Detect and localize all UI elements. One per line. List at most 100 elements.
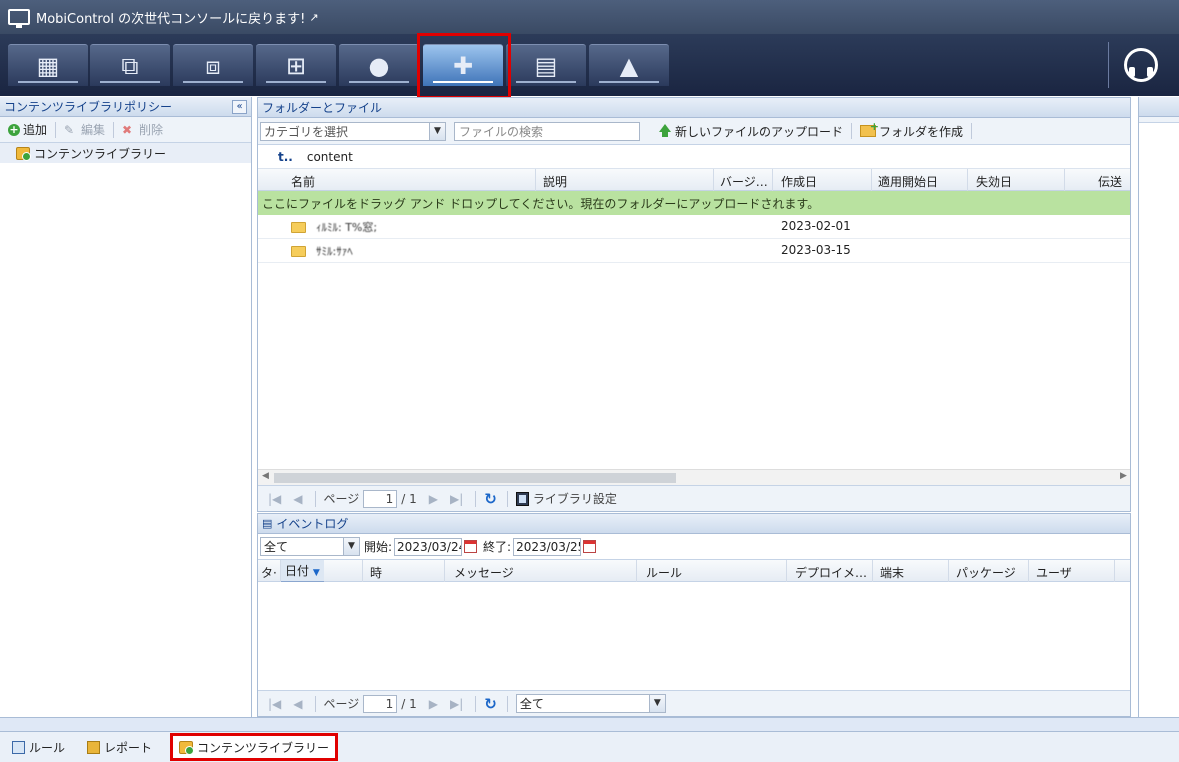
- file-grid-header: 名前 説明 バージ… 作成日 適用開始日 失効日 伝送: [258, 169, 1130, 191]
- page-total: / 1: [401, 491, 417, 506]
- drop-zone-message[interactable]: ここにファイルをドラッグ アンド ドロップしてください。現在のフォルダーにアップ…: [258, 191, 1130, 215]
- column-time[interactable]: 時: [370, 564, 382, 581]
- page-number-input[interactable]: 1: [363, 694, 398, 713]
- banner-title[interactable]: MobiControl の次世代コンソールに戻ります!: [36, 8, 305, 27]
- column-version[interactable]: バージ…: [720, 173, 768, 190]
- pencil-icon: ✎: [64, 122, 75, 137]
- prev-page-icon[interactable]: ◀: [293, 697, 302, 711]
- column-name[interactable]: 名前: [291, 173, 315, 190]
- upload-arrow-icon: [658, 124, 672, 138]
- windows-modern-icon: ⧉: [121, 51, 139, 80]
- column-package[interactable]: パッケージ: [956, 564, 1016, 581]
- tab-windows-modern[interactable]: ⧉: [90, 44, 170, 86]
- tab-windows-mobile[interactable]: ▤: [506, 44, 586, 86]
- calendar-icon[interactable]: [583, 540, 597, 553]
- calendar-icon[interactable]: [464, 540, 478, 553]
- page-label: ページ: [323, 492, 360, 506]
- top-banner[interactable]: MobiControl の次世代コンソールに戻ります! ↗: [0, 0, 1179, 34]
- category-select[interactable]: カテゴリを選択 ▼: [260, 121, 446, 141]
- last-page-icon[interactable]: ▶|: [450, 492, 463, 506]
- tab-apple[interactable]: ●: [339, 44, 419, 86]
- first-page-icon[interactable]: |◀: [268, 697, 281, 711]
- new-folder-icon: [860, 120, 879, 137]
- first-page-icon[interactable]: |◀: [268, 492, 281, 506]
- tab-all-devices[interactable]: ▦: [8, 44, 88, 86]
- monitor-icon: [8, 9, 30, 28]
- created-date: 2023-02-01: [781, 219, 851, 233]
- tab-linux[interactable]: ▲: [589, 44, 669, 86]
- folder-icon: [291, 246, 306, 257]
- folder-icon: [291, 222, 306, 233]
- column-created[interactable]: 作成日: [781, 173, 817, 190]
- upload-file-button[interactable]: 新しいファイルのアップロード: [658, 123, 843, 140]
- file-filter-bar: カテゴリを選択 ▼ ファイルの検索 新しいファイルのアップロード フォルダを作成: [258, 118, 1130, 145]
- column-transfer[interactable]: 伝送: [1098, 173, 1122, 190]
- tab-reports[interactable]: レポート: [83, 736, 156, 758]
- next-page-icon[interactable]: ▶: [429, 697, 438, 711]
- horizontal-scrollbar[interactable]: ◀ ▶: [258, 469, 1130, 485]
- tree-item-content-library[interactable]: コンテンツライブラリー: [0, 143, 251, 163]
- support-button[interactable]: [1108, 42, 1172, 88]
- event-type-select[interactable]: 全て ▼: [260, 537, 360, 556]
- plus-icon: +: [8, 122, 20, 136]
- delete-icon: ✖: [122, 122, 133, 137]
- tab-windows-classic[interactable]: ⧈: [173, 44, 253, 86]
- column-description[interactable]: 説明: [543, 173, 567, 190]
- folder-name: ｻﾐﾙ:ｻｧﾍ: [316, 245, 353, 258]
- column-message[interactable]: メッセージ: [454, 564, 514, 581]
- content-library-icon: [179, 740, 195, 755]
- event-page-filter-select[interactable]: 全て ▼: [515, 694, 666, 713]
- windows-mobile-icon: ▤: [534, 51, 558, 80]
- windows-classic-icon: ⧈: [205, 51, 221, 80]
- collapse-button[interactable]: «: [232, 100, 247, 114]
- chevron-down-icon: ▼: [648, 695, 665, 712]
- report-icon: [87, 740, 101, 754]
- refresh-icon[interactable]: ↻: [484, 490, 497, 508]
- chevron-down-icon: ▼: [429, 122, 445, 140]
- right-collapsed-panel: [1138, 97, 1179, 717]
- column-expiry[interactable]: 失効日: [976, 173, 1012, 190]
- tab-content-library[interactable]: コンテンツライブラリー: [170, 733, 339, 761]
- library-settings-button[interactable]: ライブラリ設定: [515, 490, 617, 507]
- content-library-policy-panel: コンテンツライブラリポリシー « + 追加 ✎ 編集 ✖ 削除 コンテンツライブラリー: [0, 97, 252, 717]
- column-rule[interactable]: ルール: [646, 564, 682, 581]
- column-effective-start[interactable]: 適用開始日: [878, 173, 938, 190]
- end-date-input[interactable]: 2023/03/25: [513, 537, 582, 556]
- next-page-icon[interactable]: ▶: [429, 492, 438, 506]
- add-button[interactable]: + 追加: [8, 121, 47, 138]
- scroll-thumb[interactable]: [274, 473, 676, 483]
- file-search-input[interactable]: ファイルの検索: [454, 121, 640, 141]
- start-label: 開始:: [364, 540, 393, 554]
- edit-button[interactable]: ✎ 編集: [64, 121, 105, 138]
- column-type[interactable]: タ·: [261, 564, 277, 581]
- create-folder-button[interactable]: フォルダを作成: [860, 120, 963, 140]
- prev-page-icon[interactable]: ◀: [293, 492, 302, 506]
- page-total: / 1: [401, 696, 417, 711]
- event-log-title: イベントログ: [276, 517, 349, 531]
- center-panel-title: フォルダーとファイル: [262, 101, 383, 115]
- page-number-input[interactable]: 1: [363, 489, 398, 508]
- left-panel-header: コンテンツライブラリポリシー «: [0, 97, 251, 117]
- event-pager: |◀ ◀ ページ 1 / 1 ▶ ▶| ↻ 全て ▼: [258, 690, 1130, 716]
- column-date[interactable]: 日付 ▼: [281, 560, 324, 582]
- tab-rules[interactable]: ルール: [8, 736, 69, 758]
- bottom-divider: [0, 717, 1179, 731]
- start-date-input[interactable]: 2023/03/24: [394, 537, 463, 556]
- parent-folder-link[interactable]: t..: [278, 150, 293, 164]
- table-row[interactable]: ｻﾐﾙ:ｻｧﾍ 2023-03-15: [258, 239, 1130, 263]
- log-icon: ▤: [262, 517, 273, 530]
- file-pager: |◀ ◀ ページ 1 / 1 ▶ ▶| ↻ ライブラリ設定: [258, 485, 1130, 511]
- delete-button[interactable]: ✖ 削除: [122, 121, 163, 138]
- content-library-icon: [16, 146, 31, 161]
- column-deployment[interactable]: デプロイメ…: [795, 564, 867, 581]
- refresh-icon[interactable]: ↻: [484, 695, 497, 713]
- table-row[interactable]: ｨﾙﾐﾙ: T%窓; 2023-02-01: [258, 215, 1130, 239]
- column-device[interactable]: 端末: [880, 564, 904, 581]
- tab-windows[interactable]: ⊞: [256, 44, 336, 86]
- scroll-right-icon[interactable]: ▶: [1120, 471, 1127, 481]
- library-settings-icon: [515, 491, 529, 506]
- apple-icon: ●: [368, 51, 390, 80]
- last-page-icon[interactable]: ▶|: [450, 697, 463, 711]
- scroll-left-icon[interactable]: ◀: [262, 471, 269, 481]
- column-user[interactable]: ユーザ: [1036, 564, 1072, 581]
